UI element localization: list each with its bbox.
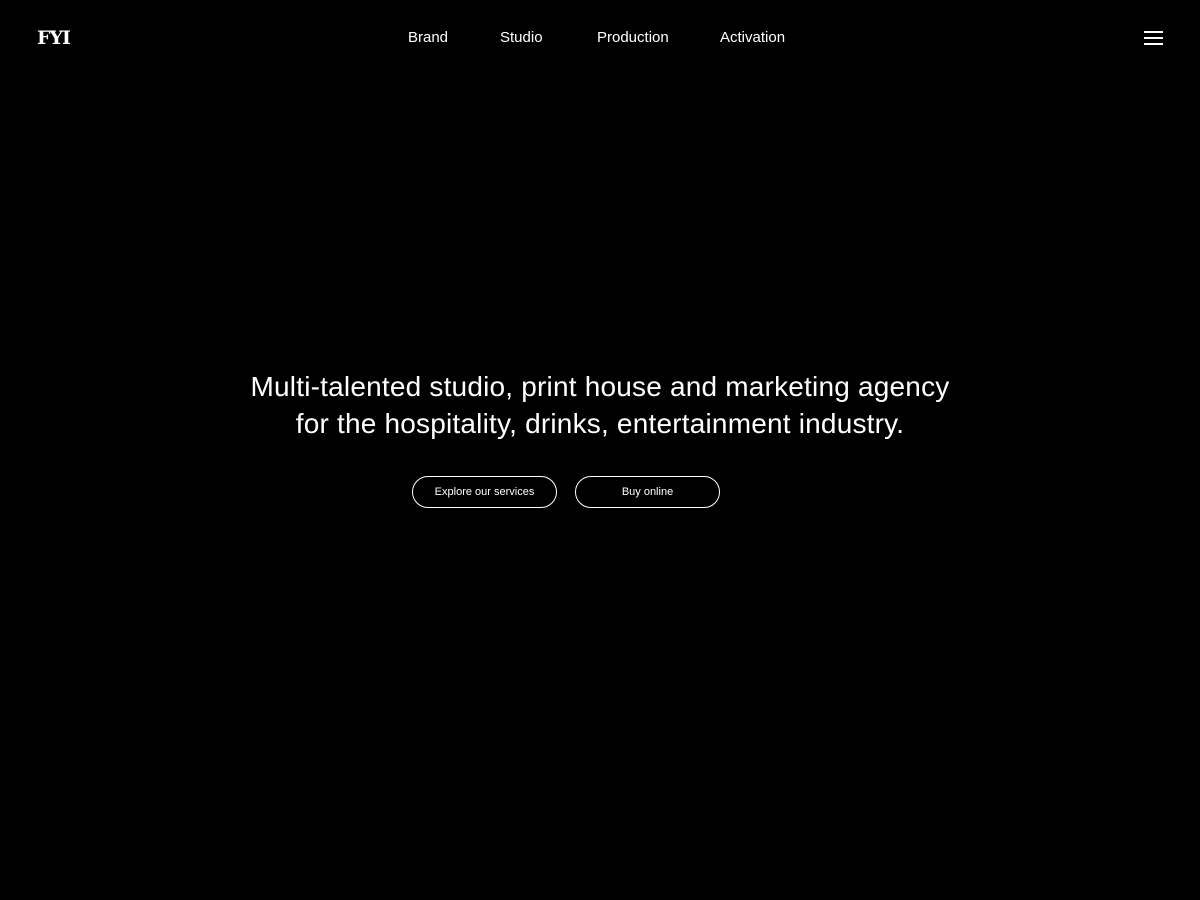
menu-line [1144, 37, 1163, 39]
nav-link-studio[interactable]: Studio [500, 28, 543, 48]
menu-line [1144, 43, 1163, 45]
site-header: FYI Brand Studio Production Activation [0, 0, 1200, 76]
nav-link-activation[interactable]: Activation [720, 28, 785, 48]
hamburger-menu-icon[interactable] [1142, 29, 1164, 47]
buy-online-button[interactable]: Buy online [575, 476, 720, 508]
nav-link-brand[interactable]: Brand [408, 28, 448, 48]
menu-line [1144, 31, 1163, 33]
hero-headline-line-2: for the hospitality, drinks, entertainme… [295, 408, 905, 439]
main-navigation: Brand Studio Production Activation [0, 28, 1200, 48]
explore-services-button[interactable]: Explore our services [412, 476, 557, 508]
hero-buttons: Explore our services Buy online [0, 476, 1200, 510]
nav-link-production[interactable]: Production [597, 28, 669, 48]
hero-text: Multi-talented studio, print house and m… [0, 368, 1200, 442]
hero-headline-line-1: Multi-talented studio, print house and m… [250, 371, 950, 402]
hero-headline: Multi-talented studio, print house and m… [0, 368, 1200, 442]
